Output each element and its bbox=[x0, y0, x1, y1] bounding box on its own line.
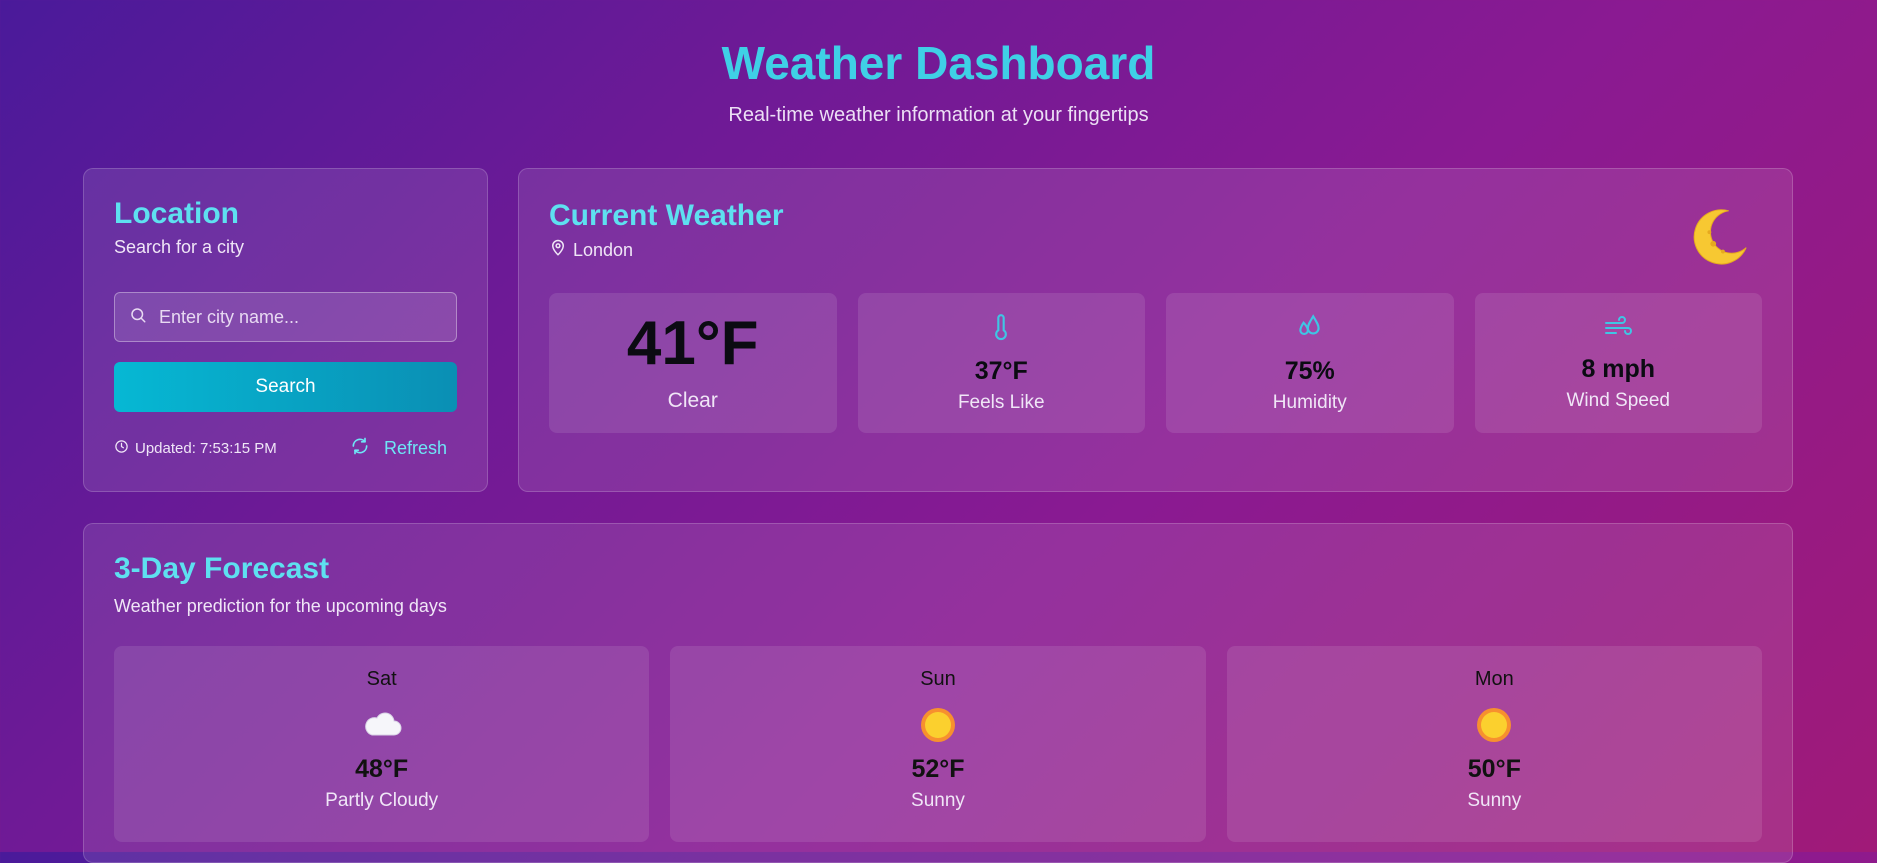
feels-like-tile: 37°F Feels Like bbox=[857, 293, 1145, 433]
wind-speed-label: Wind Speed bbox=[1566, 390, 1670, 411]
forecast-subtitle: Weather prediction for the upcoming days bbox=[114, 596, 447, 616]
forecast-day-temp: 52°F bbox=[911, 755, 965, 783]
forecast-title: 3-Day Forecast bbox=[114, 552, 330, 585]
wind-speed-value: 8 mph bbox=[1581, 355, 1656, 383]
humidity-tile: 75% Humidity bbox=[1166, 293, 1454, 433]
current-weather-card: Current Weather London 41°F Clear 37°F F… bbox=[518, 168, 1793, 492]
search-button[interactable]: Search bbox=[114, 362, 457, 412]
cloud-icon bbox=[360, 705, 404, 745]
forecast-day-name: Mon bbox=[1474, 668, 1514, 690]
forecast-day-temp: 48°F bbox=[355, 755, 409, 783]
location-subtitle: Search for a city bbox=[114, 237, 245, 257]
current-location: London bbox=[549, 239, 1762, 262]
forecast-day-condition: Partly Cloudy bbox=[325, 790, 439, 811]
current-weather-title: Current Weather bbox=[549, 199, 784, 232]
wind-speed-tile: 8 mph Wind Speed bbox=[1474, 293, 1762, 433]
sun-icon bbox=[918, 705, 958, 745]
humidity-value: 75% bbox=[1284, 357, 1335, 385]
crescent-moon-icon bbox=[1690, 205, 1752, 272]
page-title: Weather Dashboard bbox=[721, 37, 1156, 89]
current-temperature-tile: 41°F Clear bbox=[549, 293, 837, 433]
updated-timestamp: Updated: 7:53:15 PM bbox=[114, 439, 277, 458]
search-icon bbox=[129, 306, 147, 329]
location-title: Location bbox=[114, 197, 239, 230]
page-header: Weather Dashboard Real-time weather info… bbox=[0, 0, 1877, 127]
forecast-day-temp: 50°F bbox=[1467, 755, 1521, 783]
forecast-day-condition: Sunny bbox=[911, 790, 965, 811]
feels-like-label: Feels Like bbox=[957, 392, 1045, 413]
droplets-icon bbox=[1295, 312, 1325, 347]
forecast-day-name: Sun bbox=[920, 668, 956, 690]
forecast-day: Sun 52°F Sunny bbox=[670, 646, 1206, 842]
refresh-button[interactable]: Refresh bbox=[350, 436, 447, 461]
refresh-label: Refresh bbox=[383, 438, 447, 458]
thermometer-icon bbox=[988, 312, 1014, 347]
refresh-icon bbox=[350, 436, 384, 461]
current-temperature: 41°F bbox=[626, 309, 759, 378]
updated-text: Updated: 7:53:15 PM bbox=[135, 440, 277, 457]
map-pin-icon bbox=[549, 239, 573, 262]
city-name: London bbox=[573, 240, 634, 260]
sun-icon bbox=[1474, 705, 1514, 745]
humidity-label: Humidity bbox=[1272, 392, 1347, 413]
page-subtitle: Real-time weather information at your fi… bbox=[728, 104, 1149, 126]
forecast-card: 3-Day Forecast Weather prediction for th… bbox=[83, 523, 1793, 863]
current-condition: Clear bbox=[667, 389, 718, 412]
forecast-day: Sat 48°F Partly Cloudy bbox=[114, 646, 650, 842]
wind-icon bbox=[1603, 314, 1633, 345]
forecast-day-name: Sat bbox=[366, 668, 397, 690]
feels-like-value: 37°F bbox=[974, 357, 1028, 385]
forecast-day-condition: Sunny bbox=[1467, 790, 1522, 811]
clock-icon bbox=[114, 439, 135, 458]
search-box[interactable] bbox=[114, 292, 457, 342]
city-search-input[interactable] bbox=[157, 305, 441, 329]
location-card: Location Search for a city Search Update… bbox=[83, 168, 488, 492]
forecast-day: Mon 50°F Sunny bbox=[1226, 646, 1762, 842]
